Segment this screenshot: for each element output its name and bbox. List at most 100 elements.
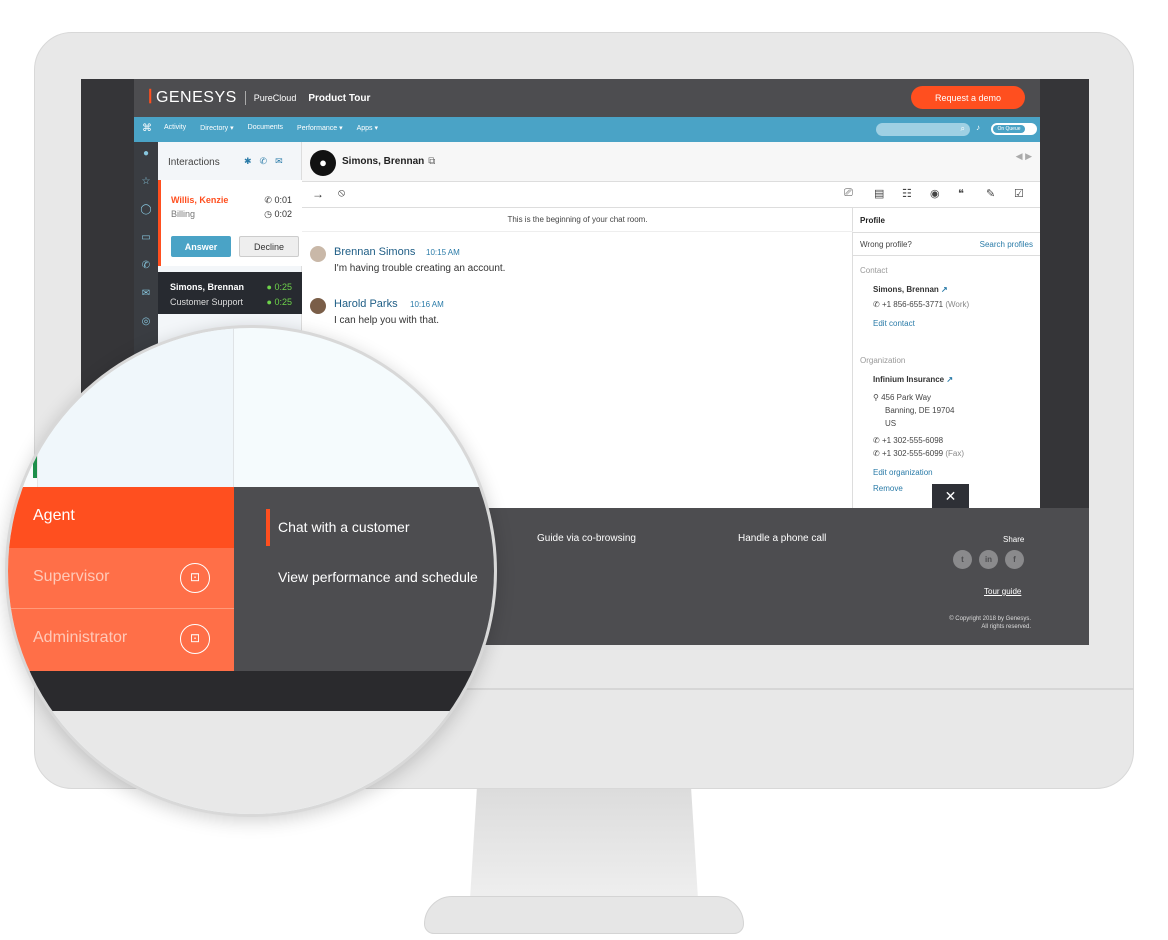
genesys-logo[interactable]: ꟾ GENESYS PureCloud Product Tour <box>148 89 370 107</box>
incoming-interaction-card[interactable]: Willis, Kenzie Billing ✆ 0:01 ◷ 0:02 Ans… <box>158 180 302 266</box>
interactions-title: Interactions <box>168 157 220 168</box>
linkedin-icon[interactable]: in <box>979 550 998 569</box>
edit-organization-link[interactable]: Edit organization <box>873 468 933 477</box>
answer-button[interactable]: Answer <box>171 236 231 257</box>
topic-active-marker <box>266 509 270 546</box>
contact-section-label: Contact <box>860 266 888 275</box>
twitter-icon[interactable]: t <box>953 550 972 569</box>
search-input[interactable]: ⌕ <box>876 123 970 136</box>
magnified-monitor-chin <box>8 711 494 814</box>
magnified-panel <box>8 328 234 488</box>
organization-section-label: Organization <box>860 356 906 365</box>
message-time: 10:15 AM <box>426 248 460 257</box>
script-icon[interactable]: ▤ <box>874 187 884 200</box>
brand-name: GENESYS <box>155 89 237 106</box>
tour-tab-phone-call[interactable]: Handle a phone call <box>738 533 826 544</box>
incoming-wait-timer: ◷ 0:02 <box>264 209 292 219</box>
contact-name[interactable]: Simons, Brennan ↗ <box>873 285 948 294</box>
profile-panel: Profile Wrong profile? Search profiles C… <box>853 208 1040 508</box>
monitor-stand-base <box>424 896 744 934</box>
contact-card-icon[interactable]: ☷ <box>902 187 912 200</box>
monitor-stand-neck <box>470 789 698 899</box>
chat-header: ● Simons, Brennan ⧉ ◀ ▶ <box>302 142 1040 182</box>
inbox-icon[interactable]: ✉ <box>139 288 153 302</box>
genesys-mark-icon: ꟾ <box>148 90 153 107</box>
topic-view-performance[interactable]: View performance and schedule <box>278 569 478 585</box>
top-nav: ⌘ Activity Directory ▾ Documents Perform… <box>134 117 1040 142</box>
magnified-bezel <box>8 671 494 711</box>
chat-toolbar: → ⦸ ⎚ ▤ ☷ ◉ ❝ ✎ ☑ <box>302 182 1040 208</box>
queue-status-label: On Queue <box>993 125 1025 133</box>
close-tour-button[interactable]: ✕ <box>932 484 969 508</box>
home-icon[interactable]: ⌘ <box>142 123 152 135</box>
tour-tab-cobrowsing[interactable]: Guide via co-browsing <box>537 533 636 544</box>
wrong-profile-label: Wrong profile? <box>860 240 912 249</box>
message-author: Brennan Simons <box>334 246 416 258</box>
logo-divider <box>244 91 246 105</box>
nav-menu: Activity Directory ▾ Documents Performan… <box>164 124 378 132</box>
quote-icon[interactable]: ❝ <box>958 187 964 200</box>
copyright: © Copyright 2018 by Genesys. All rights … <box>949 616 1031 630</box>
active-name: Simons, Brennan <box>170 282 245 292</box>
chat-start-notice: This is the beginning of your chat room. <box>302 208 853 232</box>
nav-item-performance[interactable]: Performance ▾ <box>297 124 343 132</box>
magnified-indicator <box>33 456 37 478</box>
phone-icon[interactable]: ✆ <box>139 260 153 274</box>
organization-name[interactable]: Infinium Insurance ↗ <box>873 375 953 384</box>
transfer-icon[interactable]: → <box>312 187 324 201</box>
edit-icon[interactable]: ✎ <box>986 187 995 200</box>
incoming-name: Willis, Kenzie <box>171 195 229 205</box>
app-header: ꟾ GENESYS PureCloud Product Tour Request… <box>134 79 1040 117</box>
search-profiles-link[interactable]: Search profiles <box>980 240 1033 249</box>
mute-icon[interactable]: ⦸ <box>338 187 345 200</box>
screen-share-icon[interactable]: ⎚ <box>844 187 853 200</box>
address-line-1: ⚲ 456 Park Way <box>873 393 932 402</box>
video-icon[interactable]: ▭ <box>139 232 153 246</box>
queue-toggle[interactable]: On Queue <box>991 123 1037 135</box>
magnifier-callout: Agent Supervisor ⊡ Administrator ⊡ Chat … <box>5 325 497 817</box>
nav-item-directory[interactable]: Directory ▾ <box>200 124 233 132</box>
avatar[interactable]: ● <box>139 148 153 162</box>
chat-icon[interactable]: ◯ <box>139 204 153 218</box>
nav-item-activity[interactable]: Activity <box>164 124 186 132</box>
role-supervisor-label: Supervisor <box>33 568 110 585</box>
lock-icon: ⊡ <box>180 563 210 593</box>
copy-icon[interactable]: ⧉ <box>428 156 435 167</box>
organization-fax: ✆ +1 302-555-6099 (Fax) <box>873 449 965 458</box>
nav-item-apps[interactable]: Apps ▾ <box>357 124 378 132</box>
lock-icon: ⊡ <box>180 624 210 654</box>
message-time: 10:16 AM <box>410 300 444 309</box>
clipboard-icon[interactable]: ☑ <box>1014 187 1024 200</box>
role-supervisor[interactable]: Supervisor ⊡ <box>8 548 234 609</box>
message-author: Harold Parks <box>334 298 398 310</box>
address-line-2: Banning, DE 19704 <box>885 406 955 415</box>
active-chat-timer: ● 0:25 <box>266 282 292 292</box>
nav-item-documents[interactable]: Documents <box>248 124 283 132</box>
favorites-icon[interactable]: ☆ <box>139 176 153 190</box>
call-icon[interactable]: ✆ <box>260 156 268 167</box>
remove-link[interactable]: Remove <box>873 484 903 493</box>
email-icon[interactable]: ✉ <box>275 156 283 167</box>
edit-contact-link[interactable]: Edit contact <box>873 319 915 328</box>
request-demo-button[interactable]: Request a demo <box>911 86 1025 109</box>
tour-guide-link[interactable]: Tour guide <box>984 587 1021 596</box>
role-agent[interactable]: Agent <box>8 487 234 548</box>
avatar <box>310 298 326 314</box>
topic-chat-with-customer[interactable]: Chat with a customer <box>278 519 410 535</box>
interactions-tools: ✱ ✆ ✉ <box>244 156 283 167</box>
role-administrator-label: Administrator <box>33 629 128 646</box>
settings-icon[interactable]: ✱ <box>244 156 252 167</box>
message-text: I can help you with that. <box>334 315 440 326</box>
incoming-call-timer: ✆ 0:01 <box>264 195 292 205</box>
profile-icon[interactable]: ◉ <box>930 187 940 200</box>
notification-icon[interactable]: ♪ <box>976 123 980 132</box>
active-interaction-card[interactable]: Simons, Brennan Customer Support ● 0:25 … <box>158 272 302 314</box>
active-total-timer: ● 0:25 <box>266 297 292 307</box>
facebook-icon[interactable]: f <box>1005 550 1024 569</box>
chat-nav-arrows[interactable]: ◀ ▶ <box>1016 151 1032 162</box>
role-administrator[interactable]: Administrator ⊡ <box>8 609 234 671</box>
profile-title: Profile <box>860 216 885 225</box>
decline-button[interactable]: Decline <box>239 236 299 257</box>
chat-contact-name: Simons, Brennan ⧉ <box>342 156 436 167</box>
organization-phone: ✆ +1 302-555-6098 <box>873 436 944 445</box>
